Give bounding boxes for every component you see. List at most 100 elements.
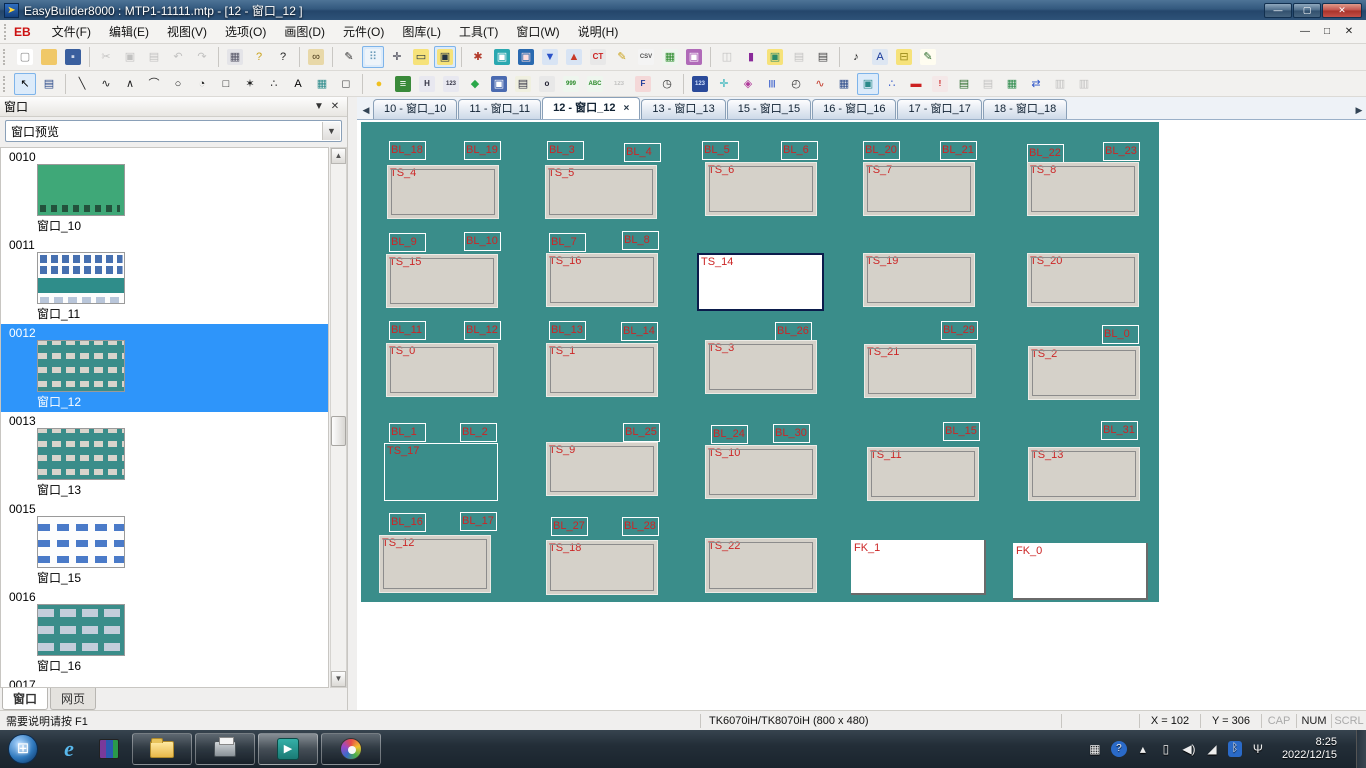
panel-close-icon[interactable]: ✕ <box>327 101 343 112</box>
csv-export-button[interactable]: CSV <box>635 46 657 68</box>
address-book-button[interactable]: ▮ <box>740 46 762 68</box>
system-parameter-button[interactable]: ✱ <box>467 46 489 68</box>
volume-icon[interactable]: ◀) <box>1182 742 1196 756</box>
toggle-switch-button[interactable]: ▣ <box>488 73 510 95</box>
bezier-button[interactable]: ∿ <box>95 73 117 95</box>
menu-item-10[interactable]: 说明(H) <box>569 22 628 42</box>
toggle-switch-widget[interactable]: TS_12 <box>379 535 491 593</box>
memo-button[interactable]: ✎ <box>917 46 939 68</box>
upload-button[interactable]: ▲ <box>563 46 585 68</box>
panel-tab-窗口[interactable]: 窗口 <box>2 688 48 710</box>
bit-lamp-widget[interactable]: BL_29 <box>941 321 978 340</box>
toggle-switch-widget[interactable]: TS_4 <box>387 165 499 219</box>
picture-view-button[interactable]: ▣ <box>857 73 879 95</box>
snap-align-button[interactable]: ✛ <box>386 46 408 68</box>
menu-item-2[interactable]: 编辑(E) <box>100 22 158 42</box>
window-thumbnail[interactable] <box>37 252 125 304</box>
polygon-button[interactable]: ✶ <box>239 73 261 95</box>
alarm-bar-button[interactable]: ▬ <box>905 73 927 95</box>
new-file-button[interactable]: ▢ <box>14 46 36 68</box>
bluetooth-icon[interactable]: ᛒ <box>1228 741 1242 757</box>
menu-item-7[interactable]: 图库(L) <box>393 22 450 42</box>
menu-item-5[interactable]: 画图(D) <box>275 22 334 42</box>
bit-lamp-widget[interactable]: BL_21 <box>940 141 977 160</box>
indirect-window-button[interactable]: 123 <box>689 73 711 95</box>
ascii-display-button[interactable]: ABC <box>584 73 606 95</box>
toggle-switch-widget[interactable]: TS_20 <box>1027 253 1139 307</box>
xy-plot-button[interactable]: ∴ <box>881 73 903 95</box>
taskbar-button-paint[interactable] <box>321 733 381 765</box>
meter-display-button[interactable]: ◴ <box>785 73 807 95</box>
pen-button[interactable]: ✎ <box>338 46 360 68</box>
taskbar-pinned-winrar[interactable] <box>92 733 126 765</box>
scroll-up-icon[interactable]: ▲ <box>331 148 346 164</box>
bit-lamp-widget[interactable]: BL_0 <box>1102 325 1139 344</box>
object-list-button[interactable]: ▤ <box>812 46 834 68</box>
bit-lamp-widget[interactable]: BL_24 <box>711 425 748 444</box>
ct-view-button[interactable]: CT <box>587 46 609 68</box>
taskbar-clock[interactable]: 8:25 2022/12/15 <box>1282 736 1337 762</box>
bit-lamp-widget[interactable]: BL_28 <box>622 517 659 536</box>
chevron-down-icon[interactable]: ▼ <box>322 122 340 140</box>
text-button[interactable]: A <box>287 73 309 95</box>
select-cursor-button[interactable]: ↖ <box>14 73 36 95</box>
window-list-item-0015[interactable]: 0015窗口_15 <box>1 500 328 588</box>
help-button[interactable]: ? <box>248 46 270 68</box>
toggle-switch-widget[interactable]: TS_18 <box>546 540 658 595</box>
window-list-scrollbar[interactable]: ▲ ▼ <box>330 147 347 688</box>
layers-button[interactable]: ▣ <box>434 46 456 68</box>
doc-tab-10[interactable]: 10 - 窗口_10 <box>373 99 457 119</box>
menu-item-4[interactable]: 选项(O) <box>216 22 275 42</box>
menu-item-3[interactable]: 视图(V) <box>158 22 216 42</box>
label-library-button[interactable]: ⊟ <box>893 46 915 68</box>
animation-button[interactable]: ◈ <box>737 73 759 95</box>
menu-item-1[interactable]: 文件(F) <box>43 22 100 42</box>
window-list-item-0012[interactable]: 0012窗口_12 <box>1 324 328 412</box>
menu-item-8[interactable]: 工具(T) <box>450 22 507 42</box>
taskbar-button-fax-printer[interactable] <box>195 733 255 765</box>
show-desktop-button[interactable] <box>1356 730 1366 768</box>
picture-button[interactable]: ▦ <box>311 73 333 95</box>
bit-lamp-widget[interactable]: BL_9 <box>389 233 426 252</box>
bit-lamp-widget[interactable]: BL_7 <box>549 233 586 252</box>
bit-lamp-widget[interactable]: BL_1 <box>389 423 426 442</box>
bit-lamp-widget[interactable]: BL_14 <box>621 322 658 341</box>
bit-lamp-widget[interactable]: BL_8 <box>622 231 659 250</box>
toggle-switch-widget[interactable]: TS_22 <box>705 538 817 593</box>
start-button[interactable]: ⊞ <box>8 734 38 764</box>
tab-scroll-right-icon[interactable]: ▶ <box>1352 101 1366 119</box>
bit-lamp-widget[interactable]: BL_6 <box>781 141 818 160</box>
toggle-switch-widget[interactable]: TS_2 <box>1028 346 1140 400</box>
window-thumbnail[interactable] <box>37 604 125 656</box>
toggle-switch-widget[interactable]: TS_13 <box>1028 447 1140 501</box>
word-lamp-button[interactable]: ≡ <box>392 73 414 95</box>
window-thumbnail[interactable] <box>37 516 125 568</box>
find-button[interactable]: ∞ <box>305 46 327 68</box>
context-help-button[interactable]: ? <box>272 46 294 68</box>
tab-scroll-left-icon[interactable]: ◀ <box>359 101 373 119</box>
doc-tab-16[interactable]: 16 - 窗口_16 <box>812 99 896 119</box>
window-list-item-0010[interactable]: 0010窗口_10 <box>1 148 328 236</box>
shape-button[interactable]: ◻ <box>335 73 357 95</box>
window-list-item-0017[interactable]: 0017窗口_17 <box>1 676 328 688</box>
window-list-item-0013[interactable]: 0013窗口_13 <box>1 412 328 500</box>
pie-button[interactable]: ◔ <box>191 73 213 95</box>
bit-lamp-button[interactable]: ● <box>368 73 390 95</box>
toggle-switch-widget[interactable]: TS_17 <box>384 443 498 501</box>
doc-tab-17[interactable]: 17 - 窗口_17 <box>897 99 981 119</box>
timer-clock-button[interactable]: ◷ <box>656 73 678 95</box>
alarm-display-button[interactable]: ! <box>929 73 951 95</box>
bit-lamp-widget[interactable]: BL_17 <box>460 512 497 531</box>
function-key-widget[interactable]: FK_1 <box>851 540 986 595</box>
bit-lamp-widget[interactable]: BL_27 <box>551 517 588 536</box>
font-manager-button[interactable]: A <box>869 46 891 68</box>
close-child-icon[interactable]: ✕ <box>1342 26 1356 37</box>
toggle-switch-widget[interactable]: TS_9 <box>546 442 658 496</box>
window-list-item-0016[interactable]: 0016窗口_16 <box>1 588 328 676</box>
function-key-widget[interactable]: FK_0 <box>1013 543 1148 600</box>
bit-lamp-widget[interactable]: BL_11 <box>389 321 426 340</box>
polyline-button[interactable]: ∧ <box>119 73 141 95</box>
window-list-item-0011[interactable]: 0011窗口_11 <box>1 236 328 324</box>
grid-button[interactable]: ⠿ <box>362 46 384 68</box>
usb-icon[interactable]: Ψ <box>1251 742 1265 756</box>
